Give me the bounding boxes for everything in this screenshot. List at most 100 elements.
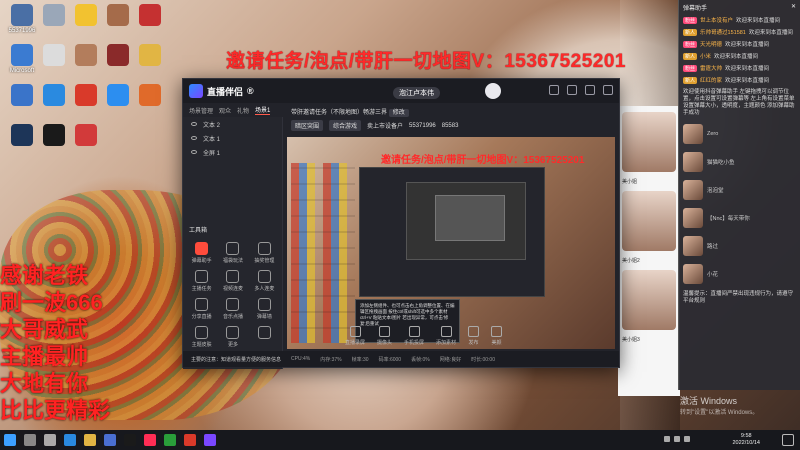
app-icon — [11, 84, 33, 106]
web-card[interactable] — [622, 270, 676, 330]
chat-username[interactable]: 红红的家 — [700, 76, 722, 84]
desktop-icon[interactable]: Microsoft — [4, 44, 40, 74]
notification-icon[interactable] — [782, 434, 794, 446]
tool-item[interactable]: 主题皮肤 — [187, 326, 216, 348]
input-method-icon[interactable] — [684, 436, 690, 442]
tool-icon — [349, 326, 361, 337]
chat-username[interactable]: 乐帅哥通过151581 — [700, 28, 746, 36]
danmaku-icon — [195, 242, 209, 255]
desktop-icon[interactable] — [68, 44, 104, 68]
preview-tool-button[interactable]: 美颜 — [491, 326, 503, 346]
edit-button[interactable]: 修改 — [388, 109, 409, 117]
windows-start-icon[interactable] — [4, 434, 16, 446]
chat-entry[interactable]: 猫猫吃小鱼 — [679, 148, 800, 176]
tool-item[interactable]: 音乐点播 — [218, 298, 247, 320]
preview-tool-button[interactable]: 手机投屏 — [404, 326, 424, 346]
network-icon[interactable] — [664, 436, 670, 442]
tab-gifts[interactable]: 礼物 — [237, 106, 249, 115]
category-chip[interactable]: 综合游戏 — [329, 120, 362, 131]
scene-item[interactable]: 全屏 1 — [183, 145, 282, 159]
stream-icon[interactable] — [204, 434, 216, 446]
search-icon[interactable] — [24, 434, 36, 446]
chat-username[interactable]: 世上本没有户 — [700, 16, 733, 24]
folder-icon[interactable] — [84, 434, 96, 446]
desktop-icon[interactable] — [100, 44, 136, 68]
desktop-icon[interactable]: 55371996 — [4, 4, 40, 34]
desktop-icon[interactable] — [68, 84, 104, 108]
desktop-icon[interactable] — [132, 44, 168, 68]
minimize-icon[interactable] — [567, 85, 577, 95]
maximize-icon[interactable] — [585, 85, 595, 95]
chat-entry[interactable]: Zero — [679, 120, 800, 148]
web-card[interactable] — [622, 112, 676, 172]
task-view-icon[interactable] — [44, 434, 56, 446]
chat-badge: 粉丝 — [683, 16, 698, 24]
desktop-icon[interactable] — [100, 84, 136, 108]
desktop-icon[interactable] — [4, 84, 40, 108]
chat-message: 欢迎来到本直播间 — [714, 54, 759, 60]
scene-label: 文本 1 — [203, 136, 221, 143]
preview-tool-button[interactable]: 发布 — [468, 326, 480, 346]
desktop-icon[interactable] — [36, 84, 72, 108]
desktop-icon[interactable] — [68, 124, 104, 148]
tool-item[interactable]: 弹幕墙 — [250, 298, 279, 320]
tab-scene1[interactable]: 场景1 — [255, 105, 271, 115]
tool-item[interactable]: 视频连麦 — [218, 270, 247, 292]
chat-entry-name: 猫猫吃小鱼 — [707, 160, 735, 166]
music-icon[interactable] — [124, 434, 136, 446]
desktop-icon[interactable] — [132, 84, 168, 108]
preview-tool-label: 直播录屏 — [345, 340, 366, 346]
tool-item[interactable]: 主播任务 — [187, 270, 216, 292]
chat-entry[interactable]: 路过 — [679, 232, 800, 260]
chat-entry[interactable]: 【Nnc】每天带你 — [679, 204, 800, 232]
desktop-icon[interactable] — [100, 4, 136, 28]
category-chip[interactable]: 暗区突围 — [291, 120, 324, 131]
desktop-icon[interactable] — [36, 44, 72, 68]
tool-item[interactable]: 弹幕助手 — [187, 242, 216, 264]
eye-icon[interactable] — [191, 150, 197, 154]
chat-username[interactable]: 雷霆大帅 — [700, 64, 722, 72]
wps-icon[interactable] — [184, 434, 196, 446]
scene-label: 全屏 1 — [203, 150, 221, 157]
desktop-icon[interactable] — [36, 124, 72, 148]
overlay-line: 刷一波666 — [0, 290, 103, 315]
tool-item[interactable]: 多人连麦 — [250, 270, 279, 292]
tool-item[interactable]: 福袋玩法 — [218, 242, 247, 264]
scene-item[interactable]: 文本 1 — [183, 131, 282, 145]
desktop-icon[interactable] — [36, 4, 72, 28]
eye-icon[interactable] — [191, 122, 197, 126]
tool-item[interactable] — [250, 326, 279, 348]
desktop-icon[interactable] — [4, 124, 40, 148]
status-notice: 主要的注意：知道观看量方便的服务信息 — [191, 356, 282, 363]
tab-scene-manage[interactable]: 场景管理 — [189, 106, 213, 115]
eye-icon[interactable] — [191, 136, 197, 140]
close-icon[interactable]: ✕ — [791, 3, 796, 11]
desktop-icon[interactable] — [68, 4, 104, 28]
settings-icon[interactable] — [549, 85, 559, 95]
username-pill[interactable]: 泡江卢本伟 — [393, 87, 440, 99]
tool-item[interactable]: 分享直播 — [187, 298, 216, 320]
tool-item[interactable]: 抽奖管理 — [250, 242, 279, 264]
preview-tool-button[interactable]: 直播录屏 — [345, 326, 365, 346]
taskbar-clock[interactable]: 9:58 2022/10/14 — [732, 433, 760, 447]
chat-username[interactable]: 天光明德 — [700, 40, 722, 48]
chat-icon[interactable] — [164, 434, 176, 446]
chat-username[interactable]: 小米 — [700, 52, 711, 60]
preview-tool-button[interactable]: 摄像头 — [377, 326, 392, 346]
chat-entry[interactable]: 小花 — [679, 260, 800, 288]
edge-icon[interactable] — [64, 434, 76, 446]
tool-item[interactable]: 更多 — [218, 326, 247, 348]
preview-tool-button[interactable]: 添加素材 — [436, 326, 456, 346]
close-icon[interactable] — [603, 85, 613, 95]
tool-label: 视频连麦 — [222, 286, 243, 292]
avatar[interactable] — [485, 83, 501, 99]
volume-icon[interactable] — [674, 436, 680, 442]
scene-item[interactable]: 文本 2 — [183, 117, 282, 131]
chat-entry[interactable]: 泡泡堂 — [679, 176, 800, 204]
douyin-icon[interactable] — [144, 434, 156, 446]
web-card[interactable] — [622, 191, 676, 251]
store-icon[interactable] — [104, 434, 116, 446]
tab-audience[interactable]: 观众 — [219, 106, 231, 115]
nested-window-2 — [406, 182, 526, 260]
desktop-icon[interactable] — [132, 4, 168, 28]
